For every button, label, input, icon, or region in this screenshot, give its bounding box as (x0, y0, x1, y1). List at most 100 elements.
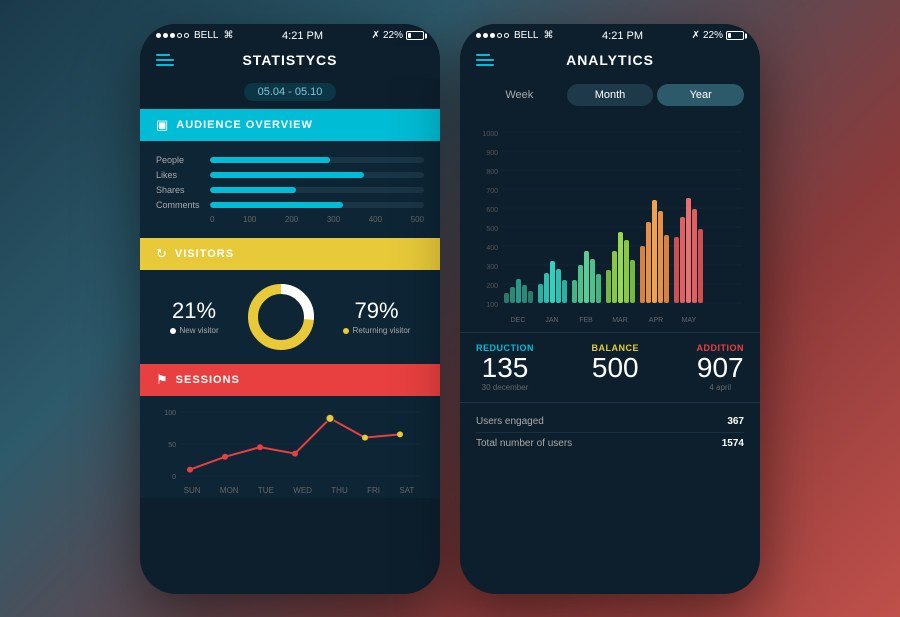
audience-header: ▣ AUDIENCE OVERVIEW (140, 109, 440, 141)
visitors-card: ↻ VISITORS 21% New visitor (140, 238, 440, 364)
returning-dot (343, 328, 349, 334)
tab-month[interactable]: Month (567, 84, 654, 106)
addition-value: 907 (697, 353, 745, 384)
sessions-chart: 100 50 0 (156, 404, 424, 494)
bar-feb-2 (578, 265, 583, 303)
svg-text:50: 50 (168, 442, 176, 449)
rmenu-line3 (476, 64, 494, 66)
bar-apr-5 (664, 235, 669, 303)
analytics-chart: 1000 900 800 700 600 500 400 300 200 100 (460, 116, 760, 332)
bar-mar-3 (618, 232, 623, 303)
bar-may-5 (698, 229, 703, 303)
balance-value: 500 (592, 353, 640, 384)
bar-mar-1 (606, 270, 611, 303)
bar-label-shares: Shares (156, 185, 204, 195)
wifi-icon: ⌘ (223, 30, 233, 41)
menu-button-left[interactable] (156, 54, 174, 66)
sessions-header: ⚑ SESSIONS (140, 364, 440, 396)
axis-0: 0 (210, 215, 214, 224)
addition-sub: 4 april (697, 383, 745, 392)
status-right-right: ✗ 22% (692, 30, 744, 41)
page-title-left: STATISTYCS (242, 52, 337, 68)
bar-may-4 (692, 209, 697, 303)
x-tue: TUE (258, 486, 274, 495)
bar-may-2 (680, 217, 685, 303)
carrier-right: BELL (514, 30, 538, 41)
tab-year[interactable]: Year (657, 84, 744, 106)
battery-pct-right: 22% (703, 30, 723, 41)
bar-jan-1 (538, 284, 543, 303)
donut-svg (246, 282, 316, 352)
svg-text:800: 800 (486, 169, 498, 176)
bar-apr-4 (658, 211, 663, 303)
bar-mar-2 (612, 251, 617, 303)
analytics-stats: REDUCTION 135 30 december BALANCE 500 AD… (460, 332, 760, 403)
dot-sun (187, 466, 193, 472)
analytics-chart-svg: 1000 900 800 700 600 500 400 300 200 100 (476, 122, 744, 332)
dot5 (184, 33, 189, 38)
table-row-total-users: Total number of users 1574 (476, 433, 744, 454)
svg-text:JAN: JAN (545, 317, 558, 324)
analytics-tabs: Week Month Year (460, 78, 760, 116)
menu-button-right[interactable] (476, 54, 494, 66)
new-visitor-label: New visitor (170, 326, 219, 335)
reduction-value: 135 (476, 353, 534, 384)
x-sun: SUN (184, 486, 201, 495)
bar-feb-4 (590, 259, 595, 303)
sessions-card: ⚑ SESSIONS 100 50 0 (140, 364, 440, 498)
x-wed: WED (293, 486, 312, 495)
bar-chart: People Likes Shares (156, 151, 424, 228)
x-mon: MON (220, 486, 239, 495)
svg-text:900: 900 (486, 150, 498, 157)
audience-body: People Likes Shares (140, 141, 440, 238)
x-fri: FRI (367, 486, 380, 495)
carrier-left: BELL (194, 30, 218, 41)
svg-text:700: 700 (486, 188, 498, 195)
flag-icon: ⚑ (156, 372, 168, 388)
bar-dec-1 (504, 293, 509, 303)
audience-title: AUDIENCE OVERVIEW (176, 119, 313, 131)
stat-addition: ADDITION 907 4 april (697, 343, 745, 393)
x-thu: THU (331, 486, 347, 495)
phones-container: BELL ⌘ 4:21 PM ✗ 22% STATISTYCS (140, 24, 760, 594)
bar-fill-people (210, 157, 330, 163)
bar-mar-5 (630, 260, 635, 303)
svg-text:1000: 1000 (482, 131, 498, 138)
date-range: 05.04 - 05.10 (244, 83, 337, 101)
users-engaged-value: 367 (727, 416, 744, 427)
status-right-left: ✗ 22% (372, 30, 424, 41)
tab-week[interactable]: Week (476, 84, 563, 106)
addition-label: ADDITION (697, 343, 745, 353)
dot-fri (362, 434, 368, 440)
status-bar-right: BELL ⌘ 4:21 PM ✗ 22% (460, 24, 760, 46)
axis-100: 100 (243, 215, 256, 224)
page-title-right: ANALYTICS (566, 52, 654, 68)
bar-track-shares (210, 187, 424, 193)
svg-text:APR: APR (649, 317, 663, 324)
users-engaged-label: Users engaged (476, 416, 544, 427)
rdot4 (497, 33, 502, 38)
sessions-title: SESSIONS (176, 374, 240, 386)
bar-row-shares: Shares (156, 185, 424, 195)
time-left: 4:21 PM (282, 30, 323, 42)
analytics-table: Users engaged 367 Total number of users … (460, 402, 760, 462)
bar-feb-5 (596, 274, 601, 303)
stat-reduction: REDUCTION 135 30 december (476, 343, 534, 393)
dot3 (170, 33, 175, 38)
bar-track-comments (210, 202, 424, 208)
bt-icon-left: ✗ (372, 30, 380, 41)
dot-mon (222, 453, 228, 459)
bar-track-people (210, 157, 424, 163)
svg-text:400: 400 (486, 245, 498, 252)
menu-line1 (156, 54, 170, 56)
svg-text:500: 500 (486, 226, 498, 233)
new-dot (170, 328, 176, 334)
dot-wed (292, 450, 298, 456)
status-bar-left: BELL ⌘ 4:21 PM ✗ 22% (140, 24, 440, 46)
visitors-title: VISITORS (175, 248, 234, 260)
signal-dots (156, 33, 189, 38)
svg-text:MAR: MAR (612, 317, 628, 324)
rmenu-line1 (476, 54, 490, 56)
menu-line3 (156, 64, 174, 66)
dot-thu (326, 414, 334, 422)
